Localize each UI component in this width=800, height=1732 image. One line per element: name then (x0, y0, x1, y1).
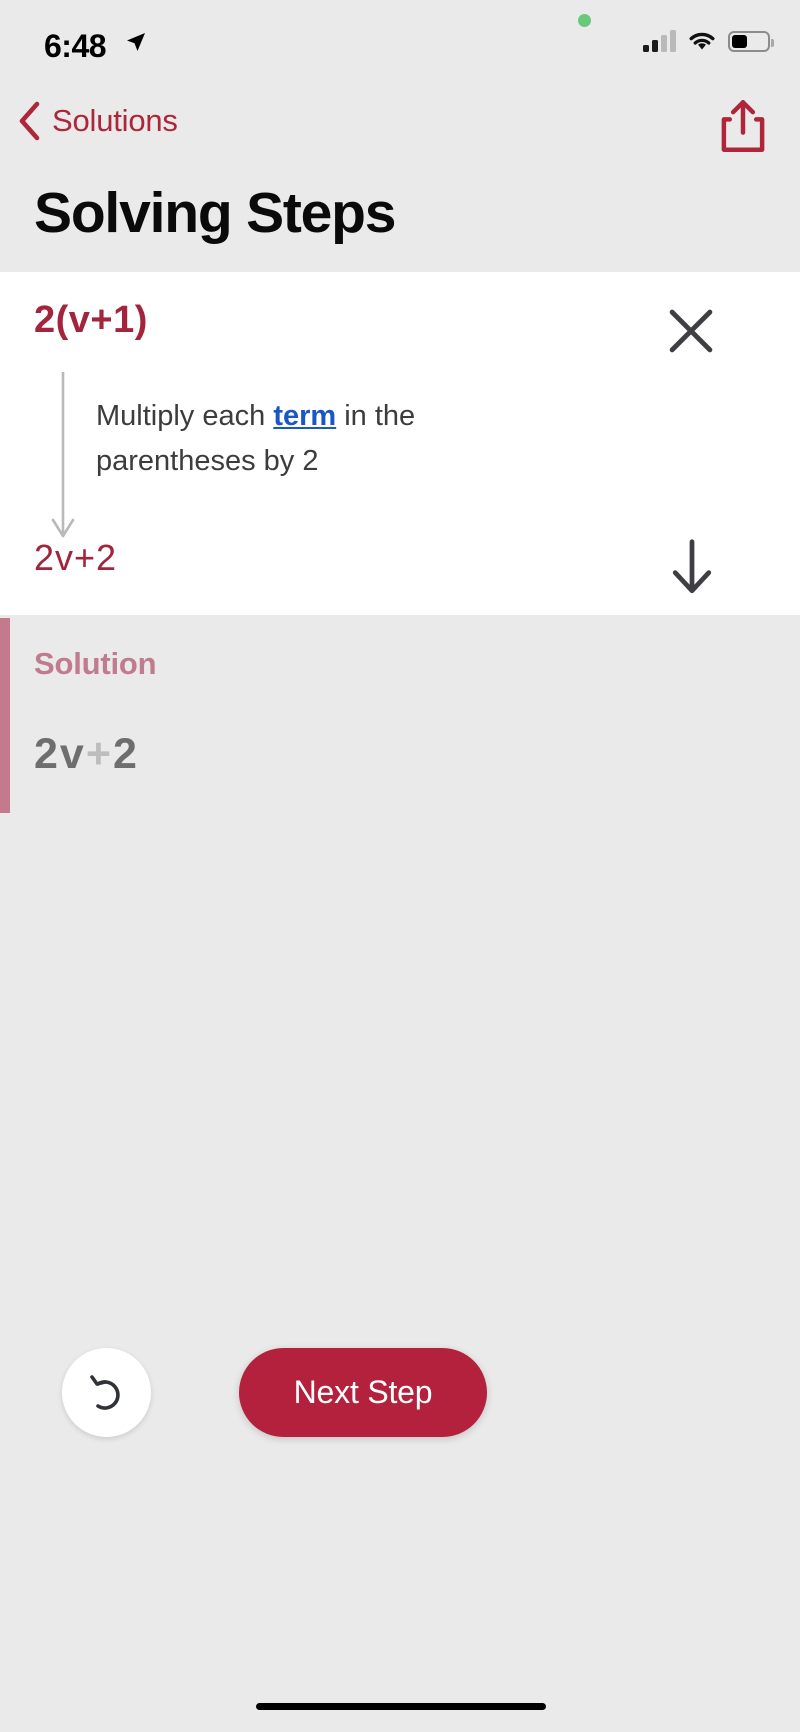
cellular-signal-icon (643, 30, 676, 52)
page-title: Solving Steps (34, 181, 397, 245)
solution-expr-left: 2v (34, 730, 86, 778)
chevron-left-icon (19, 101, 40, 141)
solution-expr-operator: + (85, 730, 113, 778)
solution-accent-bar (0, 618, 10, 813)
step-result-expression: 2v+2 (34, 537, 118, 578)
status-bar: 6:48 (0, 0, 800, 92)
solution-expr-right: 2 (112, 730, 139, 778)
wifi-icon (689, 32, 715, 50)
expand-down-arrow-icon[interactable] (666, 539, 718, 595)
undo-button[interactable] (62, 1348, 151, 1437)
solution-label: Solution (34, 646, 157, 681)
solution-block: Solution 2v+2 (0, 618, 800, 813)
next-step-button[interactable]: Next Step (239, 1348, 487, 1437)
status-bar-time: 6:48 (44, 28, 107, 64)
term-glossary-link[interactable]: term (273, 400, 336, 432)
close-x-icon[interactable] (664, 304, 718, 358)
step-explanation-prefix: Multiply each (96, 400, 274, 432)
location-arrow-icon (127, 33, 145, 51)
step-expression: 2(v+1) (34, 299, 148, 341)
undo-arrow-icon (89, 1374, 120, 1410)
back-button[interactable]: Solutions (16, 100, 178, 142)
solution-expression: 2v+2 (34, 730, 139, 779)
green-privacy-dot-icon (578, 14, 591, 27)
app-screen: 6:48 Solutions Solving Steps 2(v+1) Mult… (0, 0, 800, 1732)
step-explanation: Multiply each term in the parentheses by… (96, 394, 536, 484)
home-indicator (256, 1703, 546, 1710)
battery-icon (728, 30, 774, 52)
share-icon[interactable] (716, 97, 770, 155)
back-button-label: Solutions (52, 103, 178, 138)
solving-step-card: 2(v+1) Multiply each term in the parenth… (0, 272, 800, 615)
step-flow-arrow-icon (51, 372, 75, 538)
status-bar-icons (643, 30, 774, 52)
navigation-bar: Solutions (0, 92, 800, 172)
